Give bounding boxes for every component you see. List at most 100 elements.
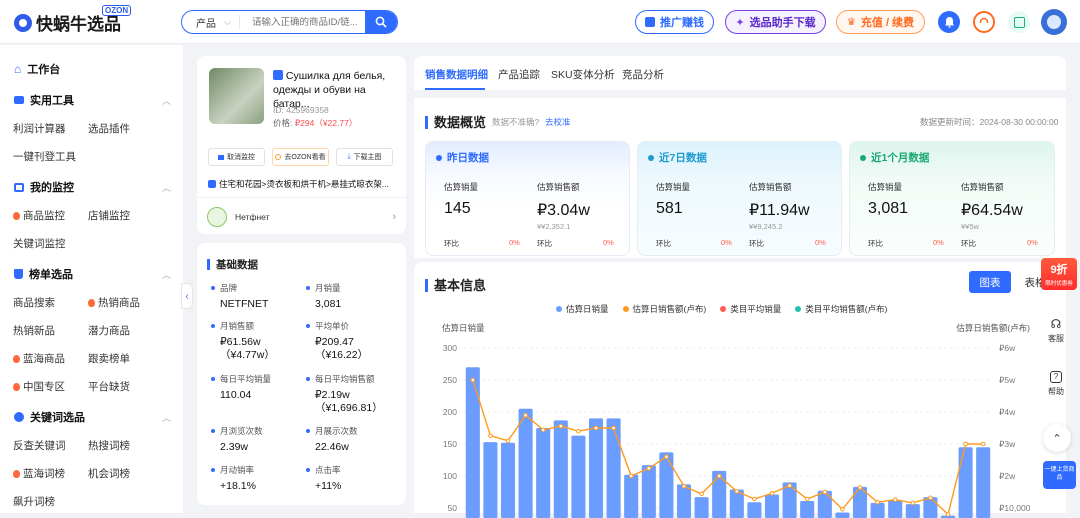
sidebar-item-china-zone[interactable]: 中国专区 (13, 379, 65, 394)
assistant-download-button[interactable]: ✦ 选品助手下载 (725, 10, 826, 34)
revenue-point (505, 438, 511, 444)
user-avatar[interactable] (1041, 9, 1067, 35)
sidebar-item-hot-search[interactable]: 热搜词榜 (88, 438, 130, 453)
field-ctr: 点击率 +11% (306, 464, 341, 493)
customer-service-button[interactable] (973, 11, 995, 33)
app-icon (1013, 16, 1025, 28)
logo[interactable]: 快蜗牛选品 OZON (14, 5, 132, 35)
divider (197, 197, 406, 198)
sidebar-item-opportunity-words[interactable]: 机会词榜 (88, 466, 130, 481)
sidebar-item-keyword-monitor[interactable]: 关键词监控 (13, 236, 66, 251)
bar (817, 490, 832, 518)
app-button[interactable] (1008, 11, 1030, 33)
bar (923, 497, 938, 518)
logo-icon (14, 13, 32, 32)
revenue-point (628, 473, 634, 479)
sidebar-item-workbench[interactable]: ⌂ 工作台 (14, 61, 60, 77)
fire-icon (13, 354, 20, 363)
notification-bell-button[interactable] (938, 11, 960, 33)
sidebar-item-blue-ocean-words[interactable]: 蓝海词榜 (13, 466, 65, 481)
tab-product-tracking[interactable]: 产品追踪 (498, 67, 540, 82)
search-category-label: 产品 (196, 18, 216, 30)
sidebar-item-rising-words[interactable]: 飙升词榜 (13, 494, 55, 509)
week-revenue: ₽11.94w (749, 202, 810, 219)
field-avg-price: 平均单价 ₽209.47 （¥16.22） (306, 320, 368, 362)
sidebar-item-potential[interactable]: 潜力商品 (88, 323, 130, 338)
stat-card-yesterday: 昨日数据 估算销量 估算销售额 145 ₽3.04w ¥¥2,352.1 环比 … (425, 141, 630, 256)
revenue-point (558, 423, 564, 429)
download-image-button[interactable]: ⤓ 下载主图 (336, 148, 393, 166)
home-icon: ⌂ (14, 62, 22, 76)
view-chart-button[interactable]: 图表 (969, 271, 1011, 293)
bar (800, 500, 815, 518)
promote-icon (645, 17, 655, 27)
sidebar-item-plugin[interactable]: 选品插件 (88, 121, 130, 136)
sidebar-item-follow-sell[interactable]: 跟卖榜单 (88, 351, 130, 366)
back-to-top-button[interactable]: ⌃ (1043, 424, 1071, 452)
revenue-point (576, 428, 581, 434)
sidebar-collapse-button[interactable]: ‹ (181, 283, 193, 309)
sidebar-section-monitor[interactable]: 我的监控 ︿ (14, 179, 171, 195)
revenue-point (523, 412, 528, 418)
product-image[interactable] (209, 68, 264, 124)
chart-icon (14, 182, 24, 192)
field-monthly-revenue: 月销售额 ₽61.56w （¥4.77w） (211, 320, 275, 362)
unmonitor-button[interactable]: 取消监控 (208, 148, 265, 166)
calibrate-link[interactable]: 去校准 (545, 116, 571, 128)
chevron-up-icon: ︿ (162, 269, 172, 280)
search-input[interactable] (240, 16, 365, 28)
fire-circle-icon (14, 412, 24, 422)
customer-service-float[interactable]: ☊ 客服 (1041, 317, 1071, 344)
y2-tick-label: ₽5w (999, 375, 1016, 385)
right-axis-label: 估算日销售额(卢布) (956, 323, 1030, 333)
sidebar-item-shop-monitor[interactable]: 店铺监控 (88, 208, 130, 223)
help-float[interactable]: ? 帮助 (1041, 371, 1071, 397)
sidebar-item-reverse-keyword[interactable]: 反查关键词 (13, 438, 66, 453)
revenue-point (787, 483, 792, 488)
revenue-point (980, 441, 986, 447)
promote-button[interactable]: 推广赚钱 (635, 10, 714, 34)
revenue-point (540, 427, 546, 433)
revenue-point (664, 454, 669, 460)
crown-icon: ♛ (846, 16, 856, 28)
sidebar-section-keywords[interactable]: 关键词选品 ︿ (14, 409, 171, 425)
tab-sku-analysis[interactable]: SKU变体分析 (551, 67, 615, 82)
dot-icon (860, 154, 866, 161)
discount-badge[interactable]: 9折 限时优惠券 (1041, 258, 1077, 290)
go-ozon-button[interactable]: 去OZON看看 (272, 148, 329, 166)
sidebar-item-product-monitor[interactable]: 商品监控 (13, 208, 65, 223)
sidebar-item-hot-new[interactable]: 热销新品 (13, 323, 55, 338)
sidebar-item-product-search[interactable]: 商品搜索 (13, 295, 55, 310)
week-sales: 581 (656, 200, 683, 217)
sidebar-item-out-of-stock[interactable]: 平台缺货 (88, 379, 130, 394)
revenue-point (488, 433, 493, 438)
sidebar-item-blue-ocean[interactable]: 蓝海商品 (13, 351, 65, 366)
tab-competitor-analysis[interactable]: 竞品分析 (622, 67, 664, 82)
search-category-select[interactable]: 产品 ⌵ (182, 15, 240, 30)
sidebar-item-listing-tool[interactable]: 一键刊登工具 (13, 149, 76, 164)
sidebar-section-rankings[interactable]: 榜单选品 ︿ (14, 266, 171, 282)
collect-product-button[interactable]: 一键上货商品 (1043, 461, 1076, 489)
product-category[interactable]: 住宅和花园>烫衣板和烘干机>悬挂式晾衣架... (208, 178, 389, 190)
legend-item: 估算日销售额(卢布) (622, 303, 706, 315)
search-bar: 产品 ⌵ (181, 10, 398, 34)
fire-icon (13, 469, 20, 478)
seller-row[interactable]: Нетфнет › (207, 206, 396, 228)
field-monthly-sales: 月销量 3,081 (306, 282, 341, 311)
monitor-icon (218, 154, 224, 160)
legend-item: 类目平均销售额(卢布) (795, 303, 887, 315)
search-button[interactable] (365, 11, 397, 33)
download-icon: ⤓ (347, 153, 351, 160)
bar (500, 442, 516, 518)
sidebar-item-hot-products[interactable]: 热销商品 (88, 295, 140, 310)
recharge-button[interactable]: ♛ 充值 / 续费 (836, 10, 925, 34)
tab-sales-detail[interactable]: 销售数据明细 (425, 67, 488, 82)
bar (606, 418, 621, 518)
sidebar-item-profit-calculator[interactable]: 利润计算器 (13, 121, 66, 136)
sidebar-section-tools[interactable]: 实用工具 ︿ (14, 92, 171, 108)
chevron-up-icon: ︿ (162, 95, 172, 106)
y2-tick-label: ₽4w (999, 407, 1016, 417)
revenue-point (910, 500, 916, 506)
yesterday-revenue: ₽3.04w (537, 202, 590, 219)
ozon-small-icon (275, 154, 282, 160)
